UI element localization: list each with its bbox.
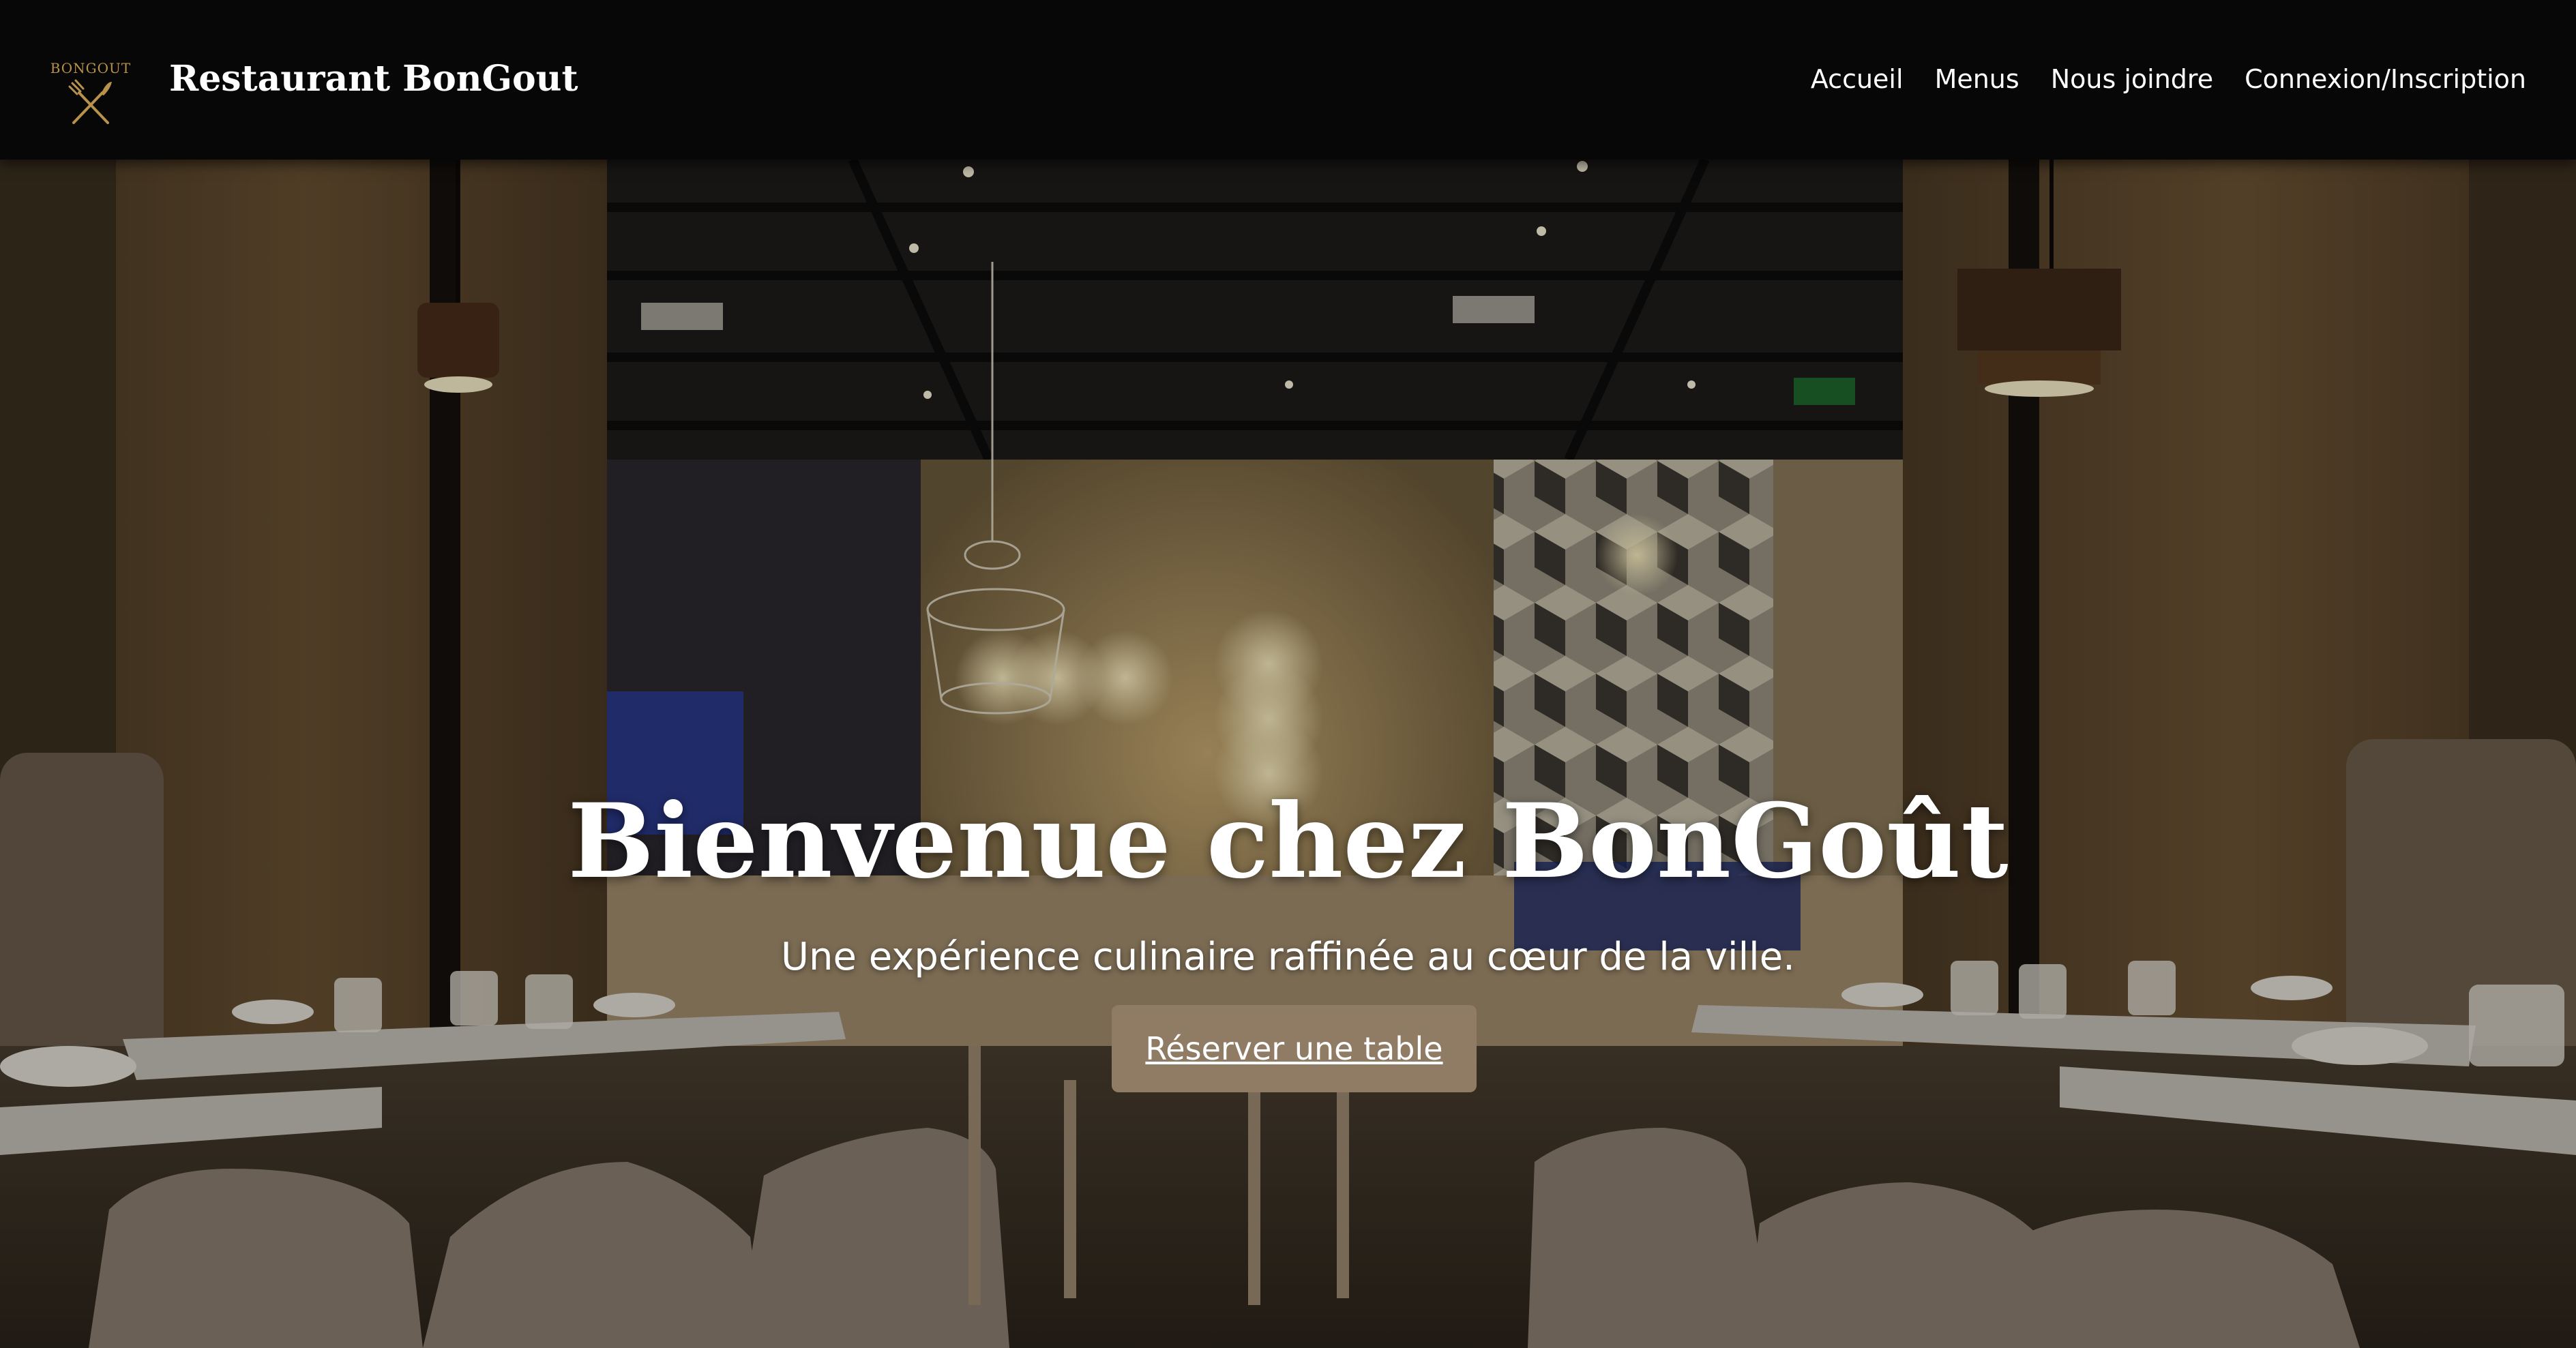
nav-link-menus[interactable]: Menus [1935, 59, 2019, 100]
site-header: BONGOUT Restaurant BonGout Accueil Menus… [0, 0, 2576, 160]
hero-subtitle: Une expérience culinaire raffinée au cœu… [781, 935, 1795, 979]
hero-background-image [0, 160, 2576, 1348]
brand-name[interactable]: Restaurant BonGout [169, 55, 578, 104]
reserve-table-button[interactable]: Réserver une table [1112, 1005, 1477, 1092]
main-nav: Accueil Menus Nous joindre Connexion/Ins… [1811, 59, 2526, 100]
fork-knife-icon [68, 79, 112, 124]
nav-link-accueil[interactable]: Accueil [1811, 59, 1904, 100]
nav-link-connexion[interactable]: Connexion/Inscription [2245, 59, 2526, 100]
logo-text: BONGOUT [50, 60, 132, 76]
nav-link-nous-joindre[interactable]: Nous joindre [2051, 59, 2213, 100]
hero-title: Bienvenue chez BonGoût [567, 781, 2009, 901]
hero-section: Bienvenue chez BonGoût Une expérience cu… [0, 160, 2576, 1348]
logo[interactable]: BONGOUT [46, 60, 135, 128]
